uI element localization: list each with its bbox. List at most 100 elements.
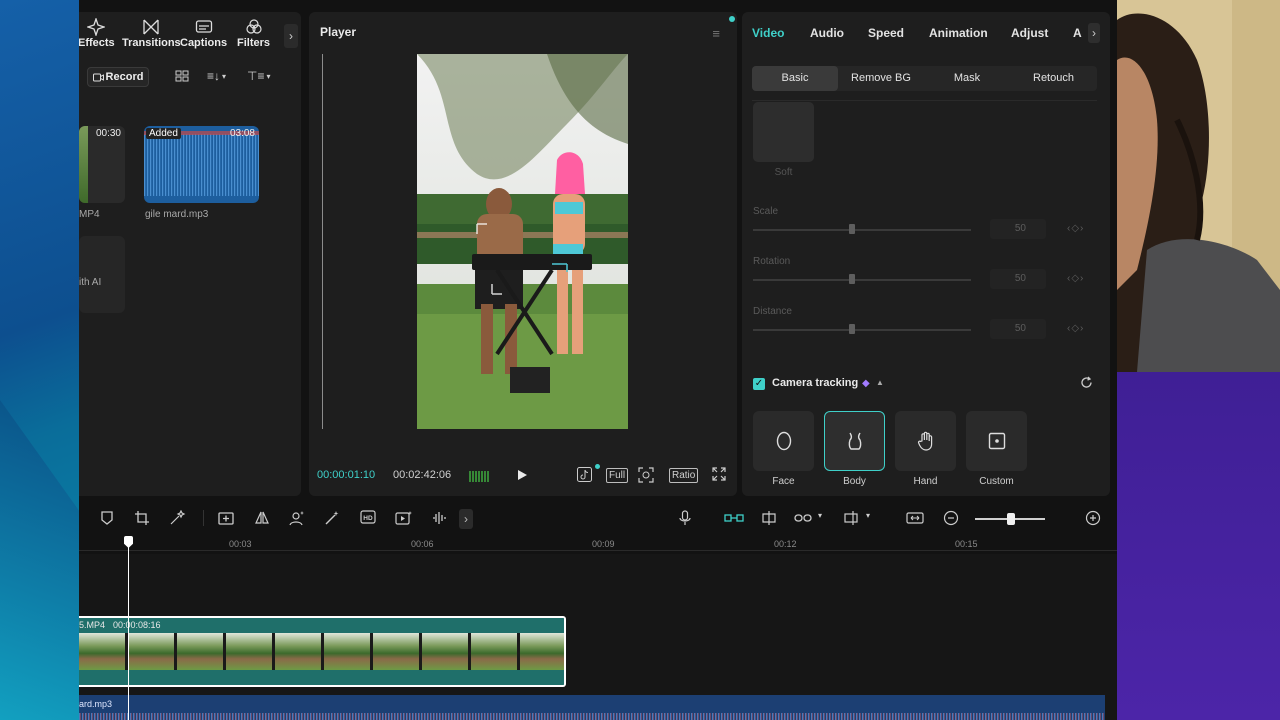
- tab-animation[interactable]: Animation: [929, 26, 988, 40]
- hd-button[interactable]: HD: [360, 510, 378, 528]
- distance-value-input[interactable]: 50: [990, 319, 1046, 339]
- tab-filters-label: Filters: [237, 37, 271, 49]
- scale-value-input[interactable]: 50: [990, 219, 1046, 239]
- filter-button[interactable]: ⊤≡ ▾: [247, 69, 270, 83]
- tab-filters[interactable]: Filters: [237, 18, 270, 49]
- zoom-in-button[interactable]: [1085, 510, 1103, 528]
- camera-tracking-checkbox[interactable]: ✓: [753, 378, 765, 390]
- desktop-wedge: [0, 400, 80, 720]
- rotation-keyframe-controls[interactable]: ‹◇›: [1067, 273, 1084, 284]
- tab-more[interactable]: A: [1073, 26, 1082, 40]
- preview-axis-dropdown[interactable]: ▾: [844, 510, 880, 528]
- ruler-tick: 00:03: [229, 539, 252, 549]
- person-ai-button[interactable]: [289, 510, 307, 528]
- sort-button[interactable]: ≡↓ ▾: [207, 69, 226, 83]
- distance-slider[interactable]: [753, 329, 971, 331]
- reset-icon: [1081, 376, 1092, 388]
- clip-footer: [79, 670, 564, 685]
- collapse-toggle[interactable]: ▲: [876, 378, 884, 387]
- player-left-guide: [322, 54, 323, 429]
- tracking-custom-button[interactable]: [966, 411, 1027, 471]
- snap-button[interactable]: [760, 510, 778, 528]
- record-audio-button[interactable]: [678, 510, 696, 528]
- tracking-body-button[interactable]: [824, 411, 885, 471]
- video-clip[interactable]: 5.MP4 00:00:08:16: [79, 616, 566, 687]
- zoom-out-button[interactable]: [943, 510, 961, 528]
- premium-badge: ◆: [862, 378, 870, 389]
- rotation-slider-thumb[interactable]: [849, 274, 855, 284]
- audio-clip-name: ard.mp3: [79, 699, 113, 709]
- rotation-value-input[interactable]: 50: [990, 269, 1046, 289]
- ai-feature-card[interactable]: ith AI: [79, 236, 125, 313]
- tab-effects[interactable]: Effects: [79, 18, 115, 49]
- subtab-retouch[interactable]: Retouch: [1010, 66, 1097, 91]
- subtab-basic[interactable]: Basic: [752, 66, 838, 91]
- timeline-ruler[interactable]: 00:03 00:06 00:09 00:12 00:15: [79, 536, 1117, 554]
- audio-split-button[interactable]: [431, 510, 449, 528]
- tab-video[interactable]: Video: [752, 26, 784, 40]
- scale-slider[interactable]: [753, 229, 971, 231]
- focus-icon: [638, 467, 654, 483]
- zoom-slider-thumb[interactable]: [1007, 513, 1015, 525]
- zoom-out-icon: [943, 510, 959, 526]
- distance-keyframe-controls[interactable]: ‹◇›: [1067, 323, 1084, 334]
- total-time: 00:02:42:06: [393, 469, 452, 481]
- chevron-down-icon: ▾: [818, 511, 823, 520]
- distance-slider-thumb[interactable]: [849, 324, 855, 334]
- magic-enhance-button[interactable]: [324, 510, 342, 528]
- main-track-magnet-button[interactable]: [724, 510, 744, 528]
- linkage-dropdown[interactable]: ▾: [794, 510, 830, 528]
- tab-adjust[interactable]: Adjust: [1011, 26, 1048, 40]
- clip-name: 5.MP4: [79, 620, 106, 630]
- audio-clip[interactable]: ard.mp3: [79, 695, 1105, 720]
- tab-transitions[interactable]: Transitions: [122, 18, 181, 49]
- crop-button[interactable]: [134, 510, 152, 528]
- window-top-strip: [79, 0, 1117, 8]
- add-media-button[interactable]: [218, 510, 236, 528]
- record-button[interactable]: Record: [87, 67, 149, 87]
- sort-icon: ≡↓: [207, 69, 221, 83]
- video-effect-button[interactable]: [395, 510, 413, 528]
- reset-button[interactable]: [1080, 376, 1093, 392]
- chevron-right-icon: ›: [289, 29, 293, 43]
- toolbar-more-button[interactable]: ›: [459, 509, 473, 529]
- scale-keyframe-controls[interactable]: ‹◇›: [1067, 223, 1084, 234]
- tabs-scroll-right-button[interactable]: ›: [1088, 23, 1100, 43]
- player-menu-button[interactable]: ≡: [712, 26, 720, 41]
- tracking-face-button[interactable]: [753, 411, 814, 471]
- tab-audio[interactable]: Audio: [810, 26, 844, 40]
- aspect-ratio-button[interactable]: Ratio: [669, 468, 699, 483]
- playhead-line[interactable]: [128, 536, 129, 720]
- ai-edit-button[interactable]: [169, 509, 187, 528]
- mirror-button[interactable]: [254, 510, 272, 528]
- play-button[interactable]: [516, 469, 528, 481]
- full-quality-button[interactable]: Full: [606, 468, 629, 483]
- zoom-fit-button[interactable]: [638, 467, 654, 486]
- media-item-audio[interactable]: Added 03:08: [144, 126, 259, 203]
- fit-timeline-button[interactable]: [906, 510, 924, 528]
- tracking-hand-button[interactable]: [895, 411, 956, 471]
- filters-icon: [245, 19, 262, 34]
- tab-captions[interactable]: Captions: [180, 18, 227, 49]
- grid-view-button[interactable]: [175, 70, 189, 82]
- scale-slider-thumb[interactable]: [849, 224, 855, 234]
- webcam-image: [1117, 0, 1280, 372]
- tiktok-preview-button[interactable]: [577, 467, 592, 485]
- marker-button[interactable]: [100, 510, 118, 528]
- video-preview[interactable]: [417, 54, 628, 429]
- subtab-bar: Basic Remove BG Mask Retouch: [752, 66, 1097, 91]
- subtab-remove-bg[interactable]: Remove BG: [838, 66, 924, 91]
- rotation-slider[interactable]: [753, 279, 971, 281]
- hd-icon: HD: [360, 510, 376, 524]
- tabs-scroll-right-button[interactable]: ›: [284, 24, 298, 48]
- subtab-mask[interactable]: Mask: [924, 66, 1010, 91]
- camera-tracking-label: Camera tracking: [772, 377, 859, 389]
- tab-speed[interactable]: Speed: [868, 26, 904, 40]
- tab-transitions-label: Transitions: [122, 37, 181, 49]
- soft-preset-thumbnail[interactable]: [753, 102, 814, 162]
- fullscreen-button[interactable]: [712, 467, 726, 484]
- media-item-video[interactable]: 00:30: [79, 126, 125, 203]
- ai-feature-label: ith AI: [79, 277, 102, 288]
- fit-icon: [906, 512, 924, 524]
- wand-sparkle-icon: [325, 511, 339, 525]
